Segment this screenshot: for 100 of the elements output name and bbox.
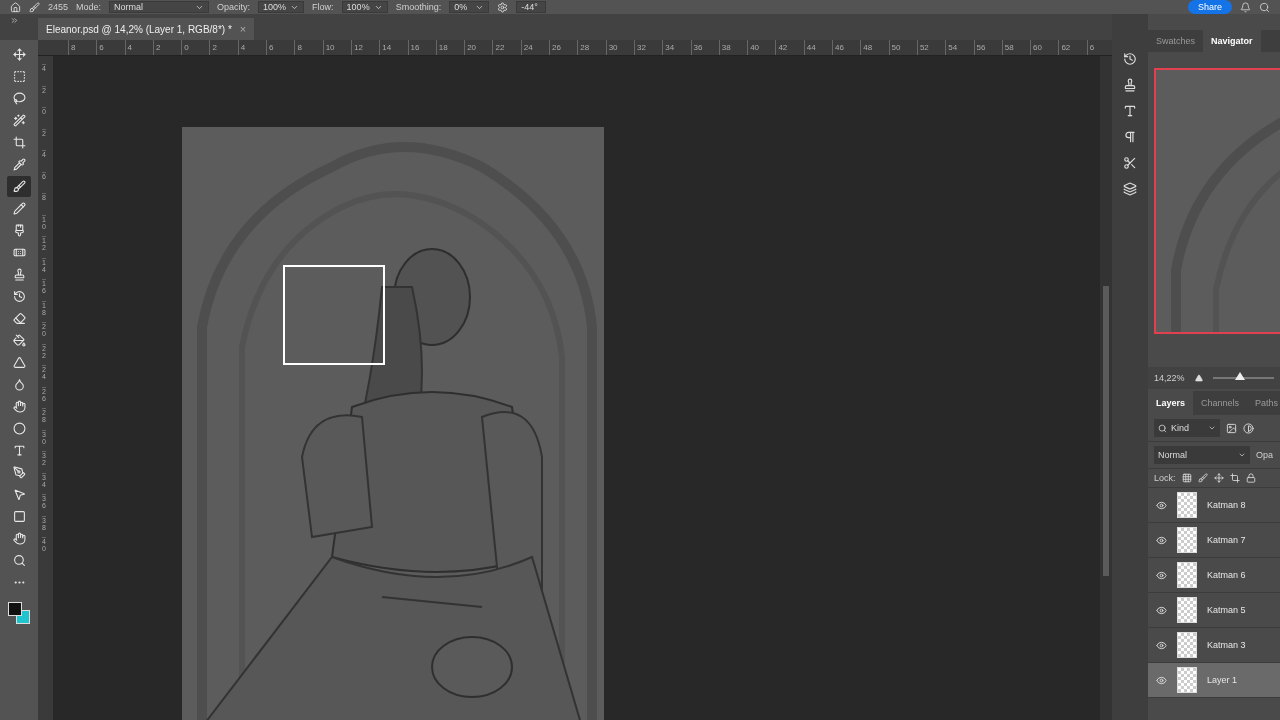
pencil-icon xyxy=(12,202,26,215)
share-button[interactable]: Share xyxy=(1187,0,1232,14)
color-swatches-icon[interactable] xyxy=(6,600,32,626)
crop-icon[interactable] xyxy=(1229,473,1240,483)
zoom-value[interactable]: 14,22% xyxy=(1154,373,1185,383)
lock-label: Lock: xyxy=(1154,473,1176,483)
ruler-label: 54 xyxy=(945,40,974,55)
eye-icon[interactable] xyxy=(1156,569,1167,581)
flow-label: Flow: xyxy=(312,2,334,12)
ruler-label: 40 xyxy=(747,40,776,55)
ruler-label: 36 xyxy=(690,40,719,55)
ruler-label: 16 xyxy=(407,40,436,55)
ruler-label: 24 xyxy=(520,40,550,55)
filter-dropdown[interactable]: Kind xyxy=(1154,419,1220,437)
layer-row[interactable]: Katman 7 xyxy=(1148,523,1280,558)
layer-name: Katman 3 xyxy=(1207,640,1246,650)
ruler-label: 32 xyxy=(633,40,663,55)
ruler-label: 8 xyxy=(68,40,97,55)
type-icon[interactable] xyxy=(1123,104,1137,118)
ruler-label: 26 xyxy=(549,40,578,55)
ruler-label: 62 xyxy=(1058,40,1087,55)
eye-icon[interactable] xyxy=(1156,639,1167,651)
ruler-label: 18 xyxy=(435,40,465,55)
ruler-label: 6 xyxy=(266,40,295,55)
layer-row[interactable]: Layer 1 xyxy=(1148,663,1280,698)
ruler-label: 14 xyxy=(379,40,408,55)
pointer-icon xyxy=(12,488,26,501)
ruler-label: 4 xyxy=(237,40,267,55)
ruler-label: 48 xyxy=(860,40,889,55)
opacity-field[interactable]: 100% xyxy=(258,1,305,13)
droplet-icon xyxy=(12,378,26,391)
ruler-label: 42 xyxy=(775,40,804,55)
ruler-label: 2 xyxy=(152,40,182,55)
paragraph-icon[interactable] xyxy=(1123,130,1137,144)
eye-icon[interactable] xyxy=(1156,534,1167,546)
panel-tab[interactable]: Paths xyxy=(1247,391,1280,415)
brush-icon xyxy=(12,180,26,193)
eye-icon[interactable] xyxy=(1156,499,1167,511)
collapse-icon[interactable] xyxy=(10,16,19,25)
move-icon xyxy=(12,48,26,61)
rectangle-icon xyxy=(12,510,26,523)
layer-name: Layer 1 xyxy=(1207,675,1238,685)
ruler-label: 0 xyxy=(181,40,210,55)
panel-tab[interactable]: Layers xyxy=(1148,391,1194,415)
brush-icon[interactable] xyxy=(1197,473,1208,483)
bandage-icon xyxy=(12,246,26,259)
eraser-icon xyxy=(12,312,26,325)
mode-dropdown[interactable]: Normal xyxy=(109,1,210,13)
flow-field[interactable]: 100% xyxy=(341,1,388,13)
settings-icon[interactable] xyxy=(497,1,509,13)
layer-thumbnail xyxy=(1177,562,1197,588)
scissors-icon[interactable] xyxy=(1123,156,1137,170)
layers-icon[interactable] xyxy=(1123,182,1137,196)
stamp-icon[interactable] xyxy=(1123,78,1137,92)
zoom-slider-thumb[interactable] xyxy=(1235,372,1246,380)
angle-field[interactable]: -44° xyxy=(516,1,547,13)
ruler-label: 4 xyxy=(124,40,153,55)
brush-size[interactable]: 2455 xyxy=(48,2,69,12)
ruler-label: 52 xyxy=(916,40,946,55)
tool-button[interactable] xyxy=(7,176,31,197)
panel-tab[interactable]: Navigator xyxy=(1203,30,1261,52)
layer-row[interactable]: Katman 6 xyxy=(1148,558,1280,593)
ruler-label: 28 xyxy=(577,40,606,55)
smoothing-field[interactable]: 0% xyxy=(449,1,490,13)
layer-thumbnail xyxy=(1177,632,1197,658)
history-icon[interactable] xyxy=(1123,52,1137,66)
search-icon[interactable] xyxy=(1259,1,1270,13)
move-icon[interactable] xyxy=(1213,473,1224,483)
half-circle-icon[interactable] xyxy=(1243,422,1254,434)
bell-icon[interactable] xyxy=(1240,1,1251,13)
scrollbar-thumb[interactable] xyxy=(1103,286,1109,576)
blend-mode-dropdown[interactable]: Normal xyxy=(1154,446,1250,464)
panel-tab[interactable]: Channels xyxy=(1193,391,1248,415)
history-icon xyxy=(12,290,26,303)
layer-row[interactable]: Katman 5 xyxy=(1148,593,1280,628)
chevron-icon xyxy=(1238,451,1246,459)
panel-tab[interactable]: Swatches xyxy=(1148,30,1204,52)
opacity-label: Opacity: xyxy=(217,2,251,12)
eyedropper-icon xyxy=(12,158,26,171)
layer-name: Katman 6 xyxy=(1207,570,1246,580)
home-icon[interactable] xyxy=(10,1,21,13)
ruler-label: 38 xyxy=(718,40,748,55)
image-icon[interactable] xyxy=(1226,422,1237,434)
eye-icon[interactable] xyxy=(1156,674,1167,686)
ruler-label: 8 xyxy=(294,40,323,55)
layer-row[interactable]: Katman 8 xyxy=(1148,488,1280,523)
search-icon xyxy=(1158,423,1167,433)
layer-thumbnail xyxy=(1177,667,1197,693)
circle-icon xyxy=(12,422,26,435)
document-tab[interactable]: Eleanor.psd @ 14,2% (Layer 1, RGB/8*) * × xyxy=(38,18,255,40)
ruler-label: 30 xyxy=(605,40,634,55)
mode-label: Mode: xyxy=(76,2,102,12)
lock-icon[interactable] xyxy=(1245,473,1256,483)
brush-icon xyxy=(12,224,26,237)
eye-icon[interactable] xyxy=(1156,604,1167,616)
chevron-icon xyxy=(1208,424,1216,432)
grid-icon[interactable] xyxy=(1181,473,1192,483)
ruler-label: 10 xyxy=(322,40,351,55)
brush-icon[interactable] xyxy=(29,1,40,13)
layer-thumbnail xyxy=(1177,527,1197,553)
